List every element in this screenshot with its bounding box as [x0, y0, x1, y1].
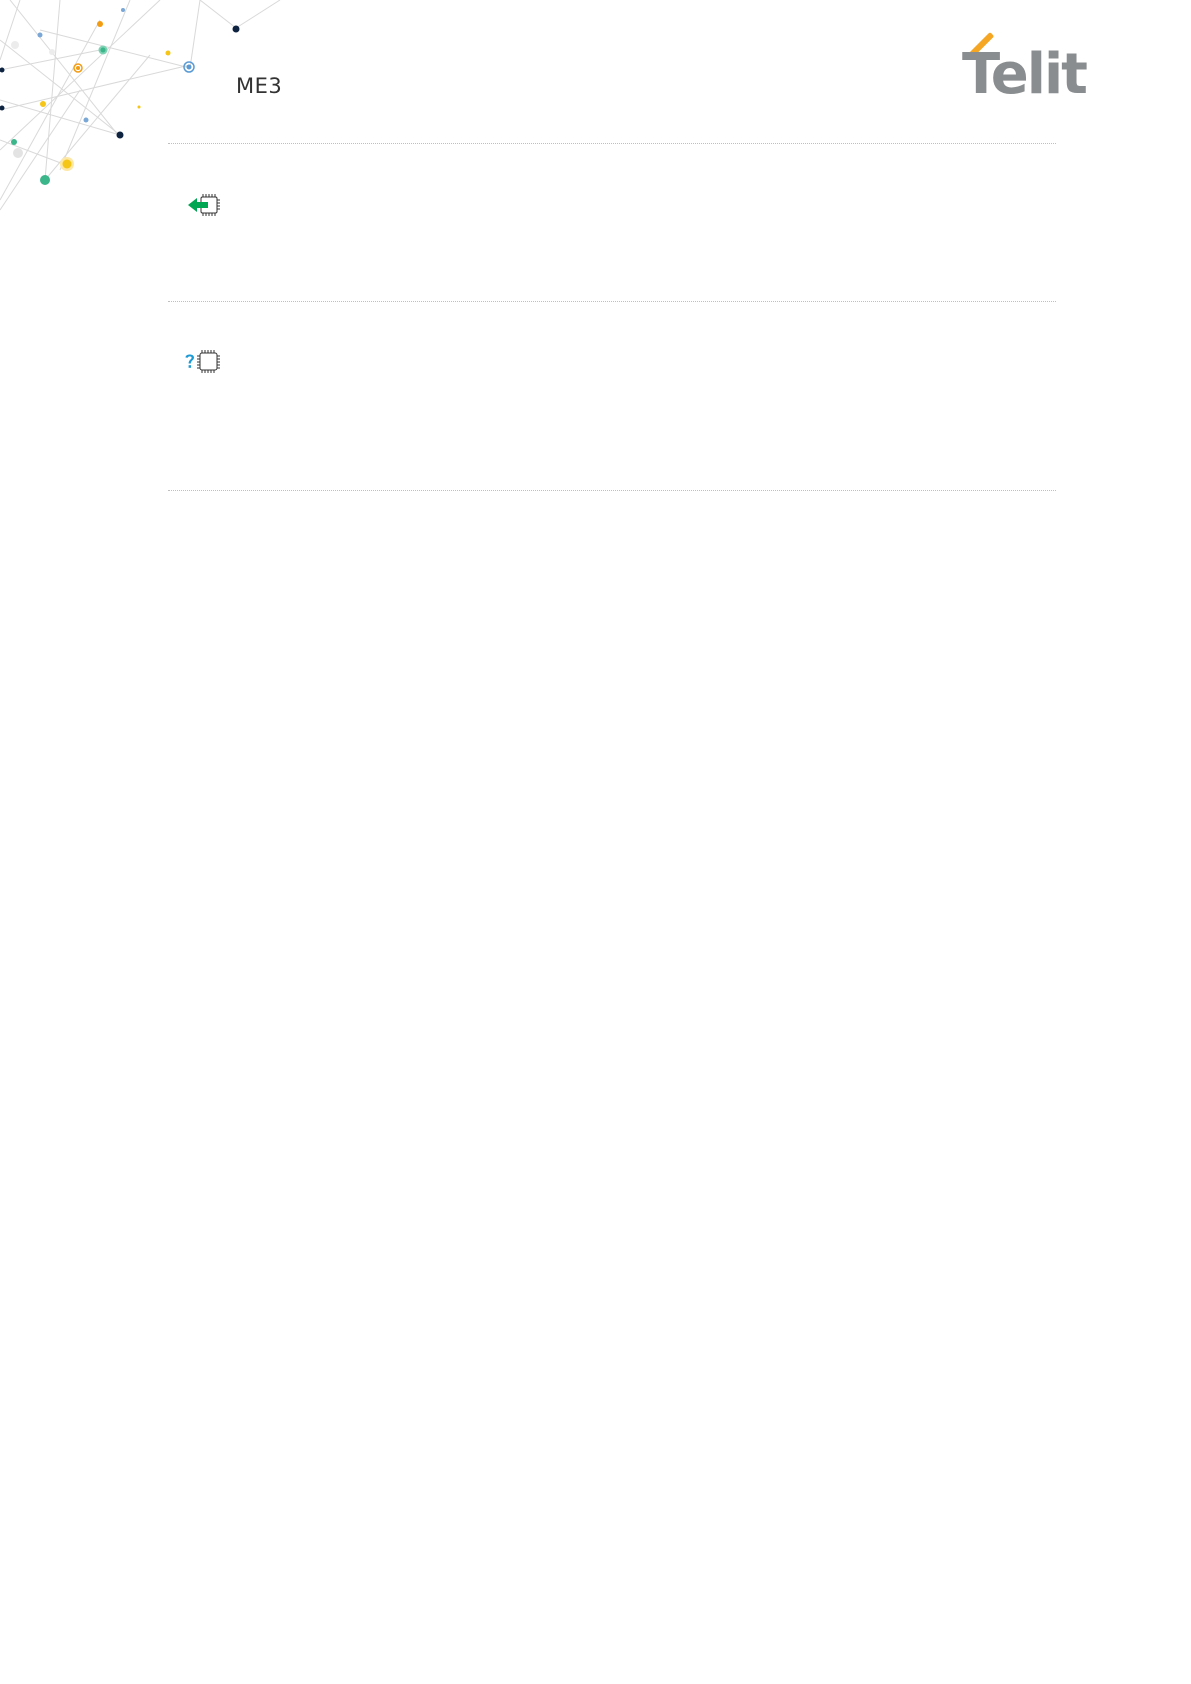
section-divider: [168, 301, 1056, 302]
logo-wordmark: Telit: [962, 42, 1088, 107]
section-divider: [168, 143, 1056, 144]
section-divider: [168, 490, 1056, 491]
document-title: ME3: [236, 74, 283, 98]
network-decoration: [0, 0, 281, 211]
telit-logo: Telit: [960, 28, 1090, 108]
arrow-into-chip-icon: [188, 194, 220, 216]
question-chip-icon: [185, 350, 220, 373]
